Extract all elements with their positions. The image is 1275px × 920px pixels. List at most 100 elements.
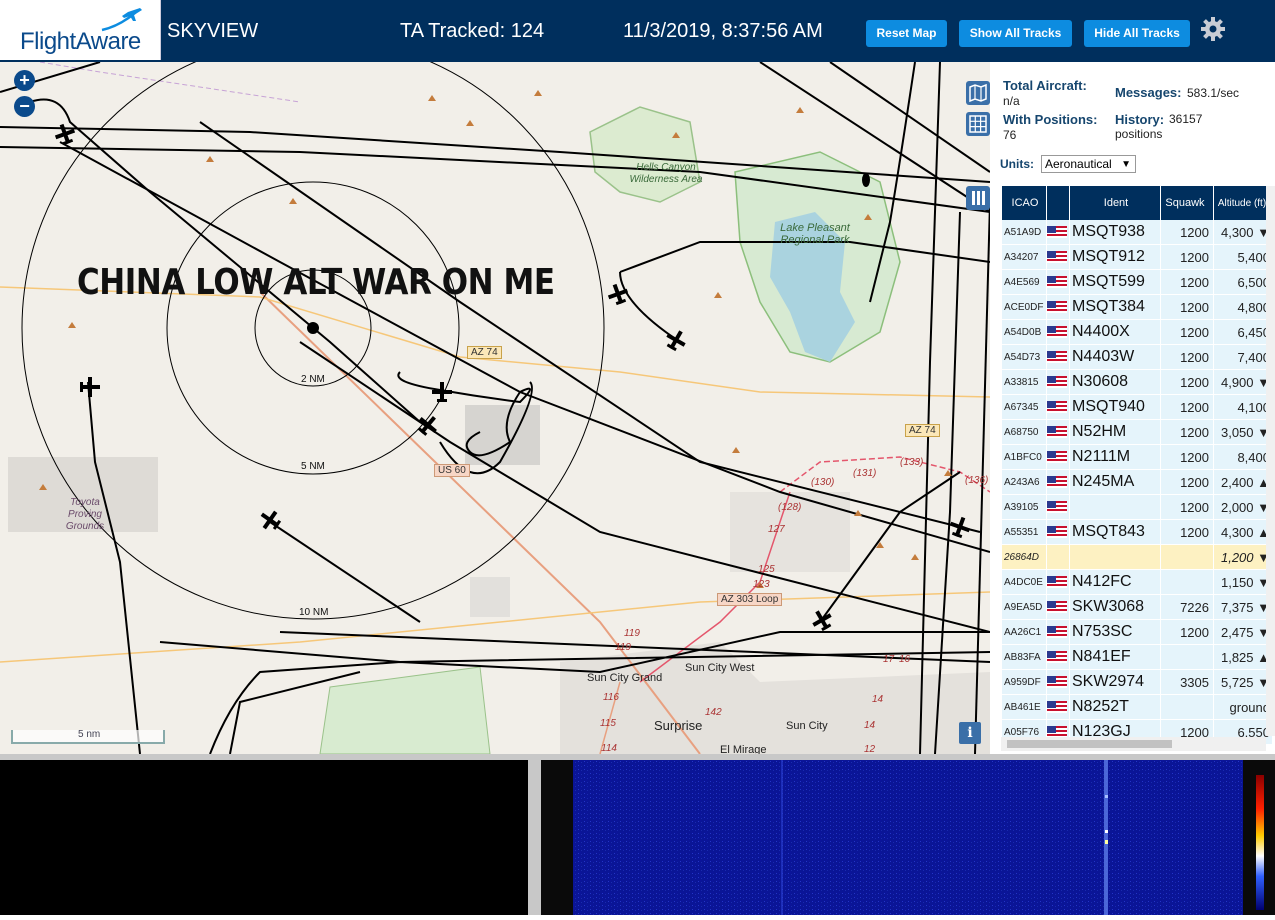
us-flag-icon [1047,250,1067,263]
us-flag-icon [1047,350,1067,363]
zoom-in-button[interactable]: + [14,70,35,91]
ident-cell: N8252T [1070,695,1160,720]
zoom-out-button[interactable]: − [14,96,35,117]
altitude-cell: 4,300 ▲ [1214,520,1272,545]
aircraft-row[interactable]: A54D73 N4403W 1200 7,400 [1002,345,1272,370]
icao-cell: A54D0B [1002,320,1046,345]
col-squawk[interactable]: Squawk [1161,186,1213,220]
grid-icon[interactable] [966,112,990,136]
flag-cell [1047,670,1069,695]
flightaware-logo[interactable]: FlightAware [0,0,161,60]
road-number: 125 [758,564,775,575]
aircraft-row[interactable]: A959DF SKW2974 3305 5,725 ▼ [1002,670,1272,695]
gear-icon[interactable] [1200,16,1226,42]
squawk-cell: 1200 [1161,495,1213,520]
chevron-down-icon: ▼ [1121,159,1131,170]
road-number: (133) [900,457,924,468]
flag-cell [1047,245,1069,270]
aircraft-row[interactable]: A51A9D MSQT938 1200 4,300 ▼ [1002,220,1272,245]
black-panel [0,760,528,915]
icao-cell: AB461E [1002,695,1046,720]
squawk-cell [1161,695,1213,720]
aircraft-row[interactable]: A67345 MSQT940 1200 4,100 [1002,395,1272,420]
map-view[interactable]: Hells Canyon Wilderness Area Lake Pleasa… [0,62,990,754]
icao-cell: 26864D [1002,545,1046,570]
road-number: (136) [965,475,989,486]
flag-cell [1047,470,1069,495]
aircraft-row[interactable]: A68750 N52HM 1200 3,050 ▼ [1002,420,1272,445]
ident-cell: N2111M [1070,445,1160,470]
squawk-cell: 1200 [1161,395,1213,420]
altitude-cell: 6,450 [1214,320,1272,345]
aircraft-row[interactable]: A4DC0E N412FC 1,150 ▼ [1002,570,1272,595]
icao-cell: A51A9D [1002,220,1046,245]
units-label: Units: [1000,157,1034,171]
col-icao[interactable]: ICAO [1002,186,1046,220]
col-flag[interactable] [1047,186,1069,220]
us-flag-icon [1047,525,1067,538]
aircraft-row[interactable]: A4E569 MSQT599 1200 6,500 [1002,270,1272,295]
az303-shield: AZ 303 Loop [717,593,783,606]
aircraft-row[interactable]: ACE0DF MSQT384 1200 4,800 [1002,295,1272,320]
ident-cell: N30608 [1070,370,1160,395]
us-flag-icon [1047,400,1067,413]
icao-cell: AA26C1 [1002,620,1046,645]
col-altitude[interactable]: Altitude (ft) [1214,186,1272,220]
aircraft-row[interactable]: A1BFC0 N2111M 1200 8,400 [1002,445,1272,470]
us-flag-icon [1047,500,1067,513]
flag-cell [1047,545,1069,570]
flag-cell [1047,295,1069,320]
hells-canyon-label: Hells Canyon Wilderness Area [629,162,703,185]
aircraft-row[interactable]: AB83FA N841EF 1,825 ▲ [1002,645,1272,670]
road-number: 116 [603,692,619,703]
info-button[interactable]: i [959,722,981,744]
icao-cell: A1BFC0 [1002,445,1046,470]
aircraft-row[interactable]: A9EA5D SKW3068 7226 7,375 ▼ [1002,595,1272,620]
flag-cell [1047,620,1069,645]
squawk-cell: 1200 [1161,370,1213,395]
ident-cell: MSQT599 [1070,270,1160,295]
reset-map-button[interactable]: Reset Map [866,20,947,47]
scale-label: 5 nm [78,729,101,740]
aircraft-row[interactable]: A34207 MSQT912 1200 5,400 [1002,245,1272,270]
altitude-cell: 5,725 ▼ [1214,670,1272,695]
ident-cell: N841EF [1070,645,1160,670]
icao-cell: A34207 [1002,245,1046,270]
ident-cell: MSQT843 [1070,520,1160,545]
table-horizontal-scrollbar[interactable] [1001,737,1266,751]
aircraft-row[interactable]: AB461E N8252T ground [1002,695,1272,720]
aircraft-row[interactable]: AA26C1 N753SC 1200 2,475 ▼ [1002,620,1272,645]
squawk-cell [1161,645,1213,670]
squawk-cell: 3305 [1161,670,1213,695]
map-canvas [0,62,990,754]
scrollbar-thumb[interactable] [1007,740,1172,748]
aircraft-row[interactable]: A39105 1200 2,000 ▼ [1002,495,1272,520]
columns-toggle-icon[interactable] [966,186,990,210]
squawk-cell: 1200 [1161,520,1213,545]
top-bar: FlightAware SKYVIEW TA Tracked: 124 11/3… [0,0,1275,62]
icao-cell: A33815 [1002,370,1046,395]
with-positions-label: With Positions: [1003,112,1098,127]
us-flag-icon [1047,625,1067,638]
altitude-cell: 5,400 [1214,245,1272,270]
altitude-cell: 3,050 ▼ [1214,420,1272,445]
road-number: (130) [811,477,835,488]
aircraft-row[interactable]: A54D0B N4400X 1200 6,450 [1002,320,1272,345]
icao-cell: A4E569 [1002,270,1046,295]
aircraft-row[interactable]: A55351 MSQT843 1200 4,300 ▲ [1002,520,1272,545]
show-all-tracks-button[interactable]: Show All Tracks [959,20,1072,47]
us-flag-icon [1047,700,1067,713]
map-layers-icon[interactable] [966,81,990,105]
hide-all-tracks-button[interactable]: Hide All Tracks [1084,20,1190,47]
table-vertical-scrollbar[interactable] [1266,186,1275,736]
aircraft-row[interactable]: A33815 N30608 1200 4,900 ▼ [1002,370,1272,395]
icao-cell: A55351 [1002,520,1046,545]
altitude-cell: 7,375 ▼ [1214,595,1272,620]
units-select[interactable]: Aeronautical ▼ [1041,155,1136,173]
col-ident[interactable]: Ident [1070,186,1160,220]
ident-cell: MSQT938 [1070,220,1160,245]
us-flag-icon [1047,725,1067,738]
icao-cell: AB83FA [1002,645,1046,670]
aircraft-row[interactable]: A243A6 N245MA 1200 2,400 ▲ [1002,470,1272,495]
aircraft-row[interactable]: 26864D 1,200 ▼ [1002,545,1272,570]
